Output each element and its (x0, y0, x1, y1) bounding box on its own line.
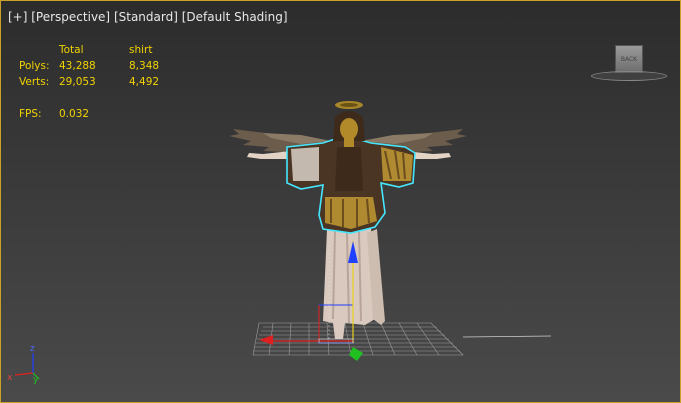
tripod-z-label: z (30, 344, 35, 354)
tripod-x-label: x (7, 373, 13, 383)
scene-canvas[interactable]: z x y (1, 1, 680, 402)
axis-tripod: z x y (7, 344, 40, 385)
angel-robe (323, 227, 385, 339)
tripod-y-label: y (33, 375, 39, 385)
gizmo-x-arrow-icon[interactable] (259, 335, 273, 345)
gizmo-y-arrow-icon[interactable] (349, 347, 363, 361)
shirt-mesh-selected[interactable] (286, 138, 416, 234)
perspective-viewport[interactable]: [+] [Perspective] [Standard] [Default Sh… (0, 0, 681, 403)
home-grid (252, 322, 552, 356)
angel-head (333, 101, 365, 147)
